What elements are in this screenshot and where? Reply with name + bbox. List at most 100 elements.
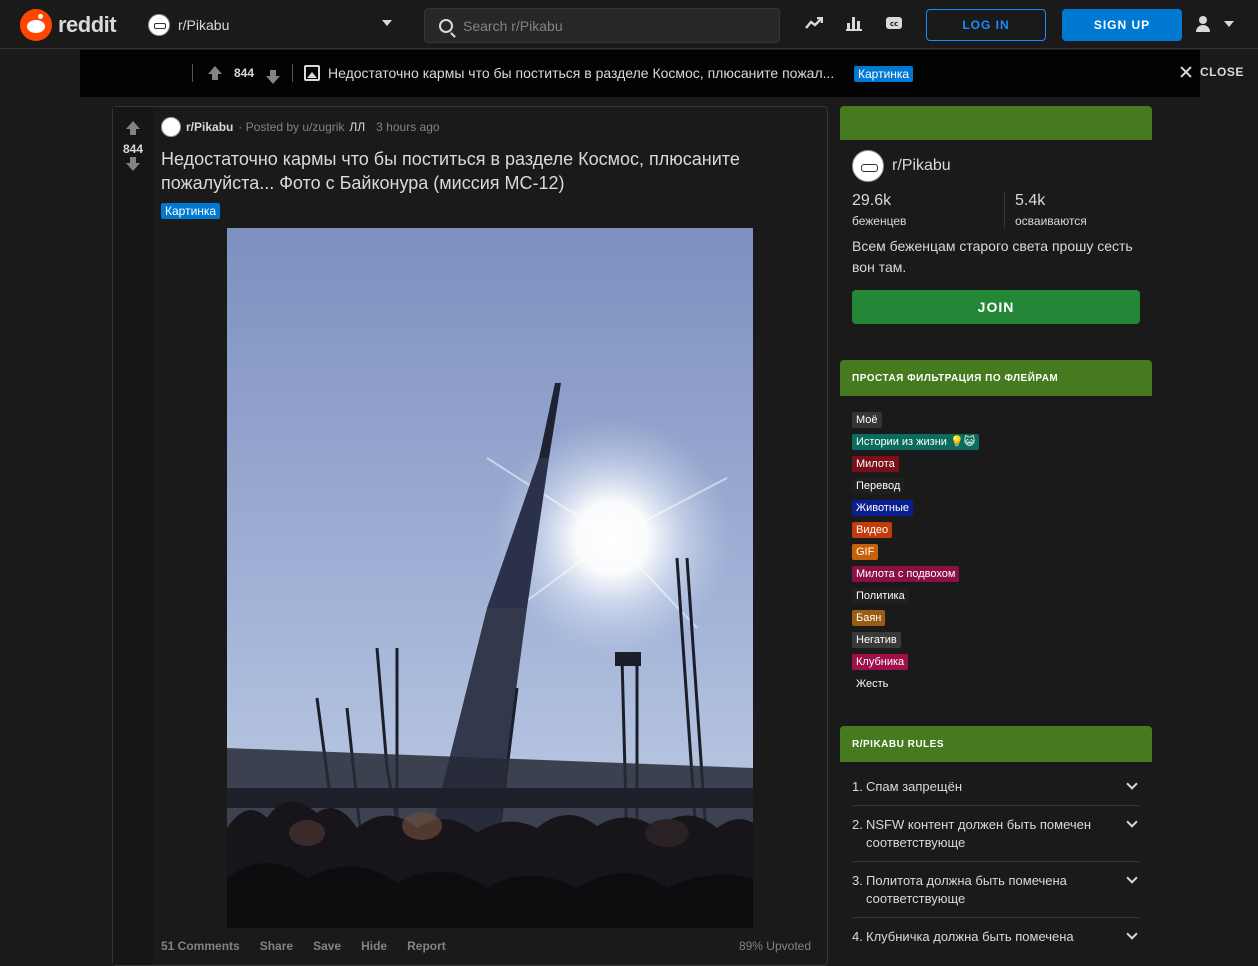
trending-icon[interactable] bbox=[804, 12, 824, 34]
about-card-header bbox=[840, 106, 1152, 140]
sticky-score: 844 bbox=[234, 66, 255, 80]
chevron-down-icon bbox=[382, 20, 392, 26]
close-icon bbox=[1180, 66, 1192, 78]
comments-button[interactable]: 51 Comments bbox=[161, 939, 240, 953]
chevron-down-icon bbox=[1126, 816, 1138, 828]
subreddit-avatar-icon bbox=[148, 14, 170, 36]
flair-filter-item[interactable]: GIF bbox=[852, 542, 1140, 560]
community-description: Всем беженцам старого света прошу сесть … bbox=[852, 238, 1133, 275]
flair-label: Видео bbox=[852, 522, 893, 538]
chevron-down-icon bbox=[1126, 778, 1138, 790]
user-menu[interactable] bbox=[1194, 15, 1234, 33]
flair-filter-item[interactable]: Моё bbox=[852, 410, 1140, 428]
about-subreddit-name: r/Pikabu bbox=[892, 157, 951, 174]
vote-column: 844 bbox=[113, 107, 153, 965]
subreddit-rules-card: R/PIKABU RULES 1. Спам запрещён 2. NSFW … bbox=[840, 726, 1152, 966]
flair-filter-item[interactable]: Политика bbox=[852, 586, 1140, 604]
rule-item[interactable]: 3. Политота должна быть помечена соответ… bbox=[852, 862, 1140, 918]
reddit-snoo-icon bbox=[20, 9, 52, 41]
flair-filter-item[interactable]: Баян bbox=[852, 608, 1140, 626]
rule-text: NSFW контент должен быть помечен соответ… bbox=[866, 817, 1092, 850]
chevron-down-icon bbox=[1224, 21, 1234, 27]
user-flair: ЛЛ bbox=[349, 120, 366, 134]
close-label: CLOSE bbox=[1200, 65, 1244, 79]
divider bbox=[192, 64, 193, 82]
cc-icon[interactable]: cc bbox=[884, 12, 904, 34]
rule-item[interactable]: 2. NSFW контент должен быть помечен соот… bbox=[852, 806, 1140, 862]
post-actions: 51 Comments Share Save Hide Report bbox=[161, 939, 446, 953]
flair-filter-item[interactable]: Клубника bbox=[852, 652, 1140, 670]
subreddit-selector[interactable]: r/Pikabu bbox=[140, 8, 400, 42]
sticky-post-title[interactable]: Недостаточно кармы что бы поститься в ра… bbox=[328, 65, 834, 81]
post-card: 844 r/Pikabu · Posted by u/zugrik ЛЛ 3 h… bbox=[112, 106, 828, 966]
flair-label: Милота bbox=[852, 456, 899, 472]
post-score: 844 bbox=[122, 142, 144, 156]
post-title: Недостаточно кармы что бы поститься в ра… bbox=[161, 149, 740, 193]
reddit-wordmark: reddit bbox=[58, 12, 117, 37]
hide-button[interactable]: Hide bbox=[361, 939, 387, 953]
divider bbox=[292, 64, 293, 82]
upvote-icon[interactable] bbox=[126, 121, 140, 135]
upvote-percentage: 89% Upvoted bbox=[738, 939, 811, 953]
rule-item[interactable]: 4. Клубничка должна быть помечена bbox=[852, 918, 1140, 955]
upvote-icon[interactable] bbox=[208, 66, 222, 80]
online-stat: 5.4k осваиваются bbox=[1004, 192, 1152, 228]
online-count: 5.4k bbox=[1015, 192, 1046, 209]
flair-label: Клубника bbox=[852, 654, 909, 670]
sticky-post-flair[interactable]: Картинка bbox=[854, 66, 914, 82]
rule-item[interactable]: 1. Спам запрещён bbox=[852, 768, 1140, 806]
flair-filter-item[interactable]: Милота с подвохом bbox=[852, 564, 1140, 582]
flair-label: Животные bbox=[852, 500, 914, 516]
members-label: беженцев bbox=[852, 214, 907, 228]
subreddit-avatar-icon bbox=[852, 150, 884, 182]
rule-number: 2. bbox=[852, 817, 863, 832]
search-input[interactable] bbox=[463, 17, 753, 34]
flair-filter-item[interactable]: Жесть bbox=[852, 674, 1140, 692]
user-icon bbox=[1194, 15, 1212, 33]
join-button[interactable]: JOIN bbox=[852, 290, 1140, 324]
about-subreddit[interactable]: r/Pikabu bbox=[852, 150, 951, 182]
rule-text: Спам запрещён bbox=[866, 779, 963, 794]
flair-label: GIF bbox=[852, 544, 879, 560]
community-about-card: r/Pikabu 29.6k беженцев 5.4k осваиваются… bbox=[840, 106, 1152, 338]
rule-number: 3. bbox=[852, 873, 863, 888]
svg-text:cc: cc bbox=[890, 20, 898, 28]
reddit-logo[interactable]: reddit bbox=[20, 9, 117, 41]
downvote-icon[interactable] bbox=[266, 70, 280, 84]
signup-button[interactable]: SIGN UP bbox=[1062, 9, 1182, 41]
flair-label: Милота с подвохом bbox=[852, 566, 960, 582]
save-button[interactable]: Save bbox=[313, 939, 341, 953]
post-author[interactable]: · Posted by u/zugrik bbox=[238, 120, 344, 134]
post-meta: r/Pikabu · Posted by u/zugrik ЛЛ 3 hours… bbox=[161, 117, 440, 137]
stats-icon[interactable] bbox=[844, 12, 864, 34]
post-image[interactable] bbox=[227, 228, 753, 928]
subreddit-avatar-icon[interactable] bbox=[161, 117, 181, 137]
flair-filter-item[interactable]: Перевод bbox=[852, 476, 1140, 494]
login-button[interactable]: LOG IN bbox=[926, 9, 1046, 41]
flair-label: Жесть bbox=[852, 676, 893, 692]
sticky-post-header: 844 Недостаточно кармы что бы поститься … bbox=[80, 50, 1243, 97]
downvote-icon[interactable] bbox=[126, 157, 140, 171]
post-time[interactable]: 3 hours ago bbox=[376, 120, 439, 134]
search-icon bbox=[439, 18, 453, 33]
post-flair[interactable]: Картинка bbox=[161, 203, 221, 219]
rule-number: 4. bbox=[852, 929, 863, 944]
flair-filter-item[interactable]: Видео bbox=[852, 520, 1140, 538]
flair-label: Моё bbox=[852, 412, 882, 428]
post-subreddit-link[interactable]: r/Pikabu bbox=[186, 120, 233, 134]
report-button[interactable]: Report bbox=[407, 939, 446, 953]
close-button[interactable]: CLOSE bbox=[1180, 65, 1244, 79]
flair-filter-card: ПРОСТАЯ ФИЛЬТРАЦИЯ ПО ФЛЕЙРАМ Моё Истори… bbox=[840, 360, 1152, 712]
flair-filter-item[interactable]: Истории из жизни 💡😺 bbox=[852, 432, 1140, 450]
online-label: осваиваются bbox=[1015, 214, 1087, 228]
share-button[interactable]: Share bbox=[260, 939, 293, 953]
chevron-down-icon bbox=[1126, 872, 1138, 884]
rule-text: Клубничка должна быть помечена bbox=[866, 929, 1074, 944]
subreddit-selector-label: r/Pikabu bbox=[178, 17, 230, 33]
flair-filter-item[interactable]: Животные bbox=[852, 498, 1140, 516]
search-box[interactable] bbox=[424, 8, 780, 43]
flair-filter-item[interactable]: Негатив bbox=[852, 630, 1140, 648]
members-stat: 29.6k беженцев bbox=[852, 192, 1004, 228]
flair-filter-item[interactable]: Милота bbox=[852, 454, 1140, 472]
rule-number: 1. bbox=[852, 779, 863, 794]
